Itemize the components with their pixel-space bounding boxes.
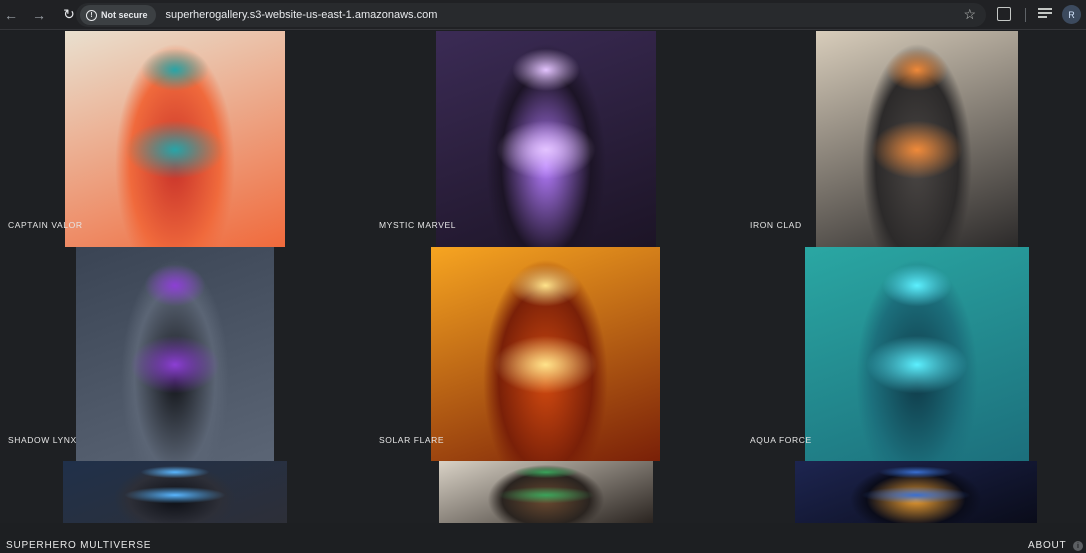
- hero-image[interactable]: [436, 31, 656, 247]
- back-arrow-icon[interactable]: ←: [0, 4, 22, 26]
- hero-image[interactable]: [65, 31, 285, 247]
- hero-gallery: CAPTAIN VALOR MYSTIC MARVEL IRON CLAD SH…: [0, 31, 1086, 523]
- gallery-item[interactable]: MYSTIC MARVEL: [362, 31, 724, 247]
- hero-name: SHADOW LYNX: [8, 435, 77, 445]
- security-label: Not secure: [101, 10, 148, 20]
- hero-image[interactable]: [816, 31, 1018, 247]
- hero-image[interactable]: [76, 247, 274, 461]
- hero-image[interactable]: [805, 247, 1029, 461]
- gallery-item[interactable]: [0, 461, 362, 523]
- warning-icon: !: [86, 9, 97, 21]
- hero-name: IRON CLAD: [750, 220, 802, 230]
- hero-name: SOLAR FLARE: [379, 435, 445, 445]
- hero-name: CAPTAIN VALOR: [8, 220, 83, 230]
- gallery-item[interactable]: SHADOW LYNX: [0, 247, 362, 461]
- media-controls-icon[interactable]: [1038, 8, 1052, 20]
- hero-image[interactable]: [431, 247, 660, 461]
- gallery-item[interactable]: SOLAR FLARE: [362, 247, 724, 461]
- address-bar[interactable]: ! Not secure superherogallery.s3-website…: [76, 3, 986, 27]
- url-text[interactable]: superherogallery.s3-website-us-east-1.am…: [166, 9, 438, 21]
- site-title[interactable]: SUPERHERO MULTIVERSE: [6, 540, 151, 551]
- gallery-item[interactable]: [362, 461, 724, 523]
- browser-toolbar: ← → ↻ ! Not secure superherogallery.s3-w…: [0, 0, 1086, 30]
- site-footer: SUPERHERO MULTIVERSE ABOUT i: [0, 523, 1086, 553]
- hero-name: AQUA FORCE: [750, 435, 812, 445]
- star-icon[interactable]: ☆: [963, 6, 976, 23]
- hero-image[interactable]: [439, 461, 653, 523]
- forward-arrow-icon[interactable]: →: [28, 4, 50, 26]
- avatar[interactable]: R: [1062, 5, 1081, 24]
- about-link[interactable]: ABOUT: [1028, 540, 1066, 551]
- info-icon[interactable]: i: [1073, 541, 1083, 551]
- hero-name: MYSTIC MARVEL: [379, 220, 457, 230]
- extensions-icon[interactable]: [997, 7, 1011, 21]
- hero-image[interactable]: [795, 461, 1037, 523]
- hero-image[interactable]: [63, 461, 287, 523]
- toolbar-divider: [1025, 8, 1026, 22]
- gallery-item[interactable]: [724, 461, 1086, 523]
- gallery-item[interactable]: AQUA FORCE: [724, 247, 1086, 461]
- site-security-chip[interactable]: ! Not secure: [80, 5, 156, 25]
- gallery-item[interactable]: IRON CLAD: [724, 31, 1086, 247]
- gallery-item[interactable]: CAPTAIN VALOR: [0, 31, 362, 247]
